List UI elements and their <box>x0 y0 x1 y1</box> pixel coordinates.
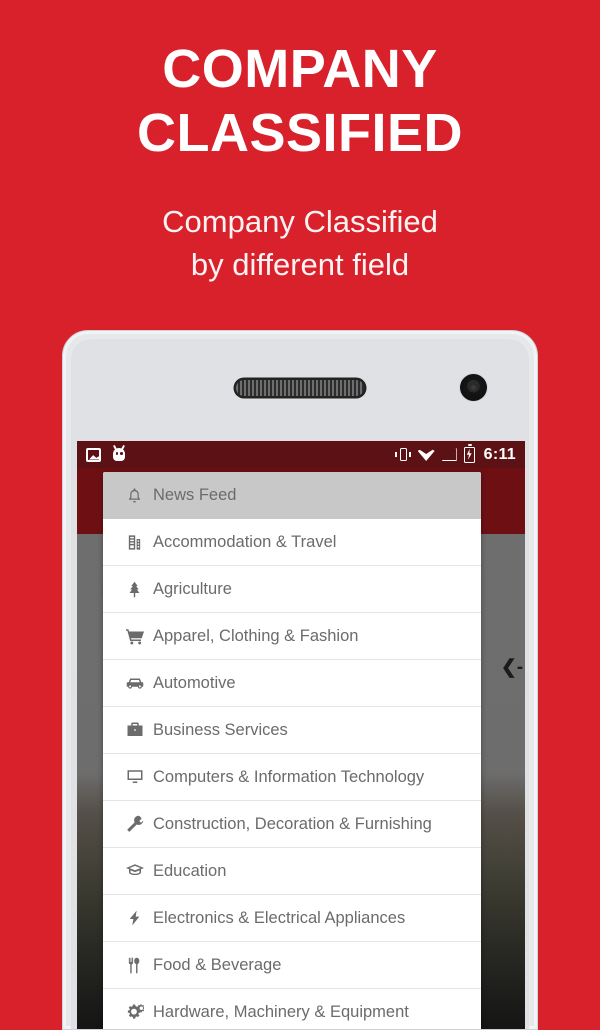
wrench-icon <box>125 815 144 834</box>
status-bar-notifications <box>86 444 126 462</box>
drawer-item-label: Computers & Information Technology <box>153 767 425 786</box>
drawer-item[interactable]: Business Services <box>103 707 481 754</box>
signal-no-service-icon <box>442 448 457 461</box>
drawer-item[interactable]: Computers & Information Technology <box>103 754 481 801</box>
desktop-monitor-icon <box>125 768 144 787</box>
drawer-item-label: Automotive <box>153 673 236 692</box>
drawer-item-label: News Feed <box>153 485 237 504</box>
android-droid-icon <box>112 444 126 462</box>
drawer-item-label: Food & Beverage <box>153 955 282 974</box>
building-icon <box>125 533 144 552</box>
briefcase-icon <box>125 721 144 740</box>
lightning-bolt-icon <box>125 909 144 928</box>
drawer-item-label: Apparel, Clothing & Fashion <box>153 626 359 645</box>
drawer-item[interactable]: Accommodation & Travel <box>103 519 481 566</box>
drawer-item-list: News Feed Accommodation & Travel Agricultu… <box>103 472 481 1029</box>
wifi-icon <box>417 449 435 461</box>
shopping-cart-icon <box>125 627 144 646</box>
drawer-item-label: Construction, Decoration & Furnishing <box>153 814 432 833</box>
tree-icon <box>125 580 144 599</box>
drawer-item-label: Accommodation & Travel <box>153 532 337 551</box>
cogs-icon <box>125 1003 144 1022</box>
earpiece-speaker-grille <box>236 380 364 396</box>
graduation-cap-icon <box>125 862 144 881</box>
promo-header: COMPANY CLASSIFIED Company Classified by… <box>0 0 600 287</box>
navigation-drawer: News Feed Accommodation & Travel Agricultu… <box>103 472 481 1029</box>
drawer-item-label: Education <box>153 861 227 880</box>
photo-icon <box>86 447 101 462</box>
promo-title: COMPANY CLASSIFIED <box>0 38 600 165</box>
battery-charging-icon <box>463 443 475 463</box>
drawer-item-label: Electronics & Electrical Appliances <box>153 908 406 927</box>
phone-mockup: 6:11 ❮- News Feed Accommodation & Travel A… <box>62 330 538 1030</box>
phone-screen: 6:11 ❮- News Feed Accommodation & Travel A… <box>77 441 525 1029</box>
promo-subtitle: Company Classified by different field <box>0 201 600 287</box>
drawer-item[interactable]: Electronics & Electrical Appliances <box>103 895 481 942</box>
bell-icon <box>125 486 144 505</box>
drawer-item[interactable]: Construction, Decoration & Furnishing <box>103 801 481 848</box>
drawer-item[interactable]: Apparel, Clothing & Fashion <box>103 613 481 660</box>
vibrate-icon <box>394 447 411 462</box>
drawer-item-label: Hardware, Machinery & Equipment <box>153 1002 409 1021</box>
promo-title-line-2: CLASSIFIED <box>136 102 464 163</box>
drawer-item[interactable]: Automotive <box>103 660 481 707</box>
drawer-item-label: Business Services <box>153 720 288 739</box>
drawer-collapse-handle[interactable]: ❮- <box>499 650 525 684</box>
drawer-item[interactable]: Agriculture <box>103 566 481 613</box>
front-camera-lens <box>460 374 487 401</box>
promo-title-line-1: COMPANY <box>162 39 438 99</box>
status-bar: 6:11 <box>77 441 525 468</box>
drawer-item-label: Agriculture <box>153 579 232 598</box>
status-bar-clock: 6:11 <box>483 445 516 463</box>
drawer-item[interactable]: Food & Beverage <box>103 942 481 989</box>
status-bar-system-icons: 6:11 <box>394 443 516 464</box>
drawer-item[interactable]: News Feed <box>103 472 481 519</box>
drawer-item[interactable]: Education <box>103 848 481 895</box>
promo-subtitle-line-1: Company Classified <box>162 204 438 240</box>
cutlery-icon <box>125 956 144 975</box>
car-icon <box>125 674 144 693</box>
promo-subtitle-line-2: by different field <box>190 247 410 283</box>
